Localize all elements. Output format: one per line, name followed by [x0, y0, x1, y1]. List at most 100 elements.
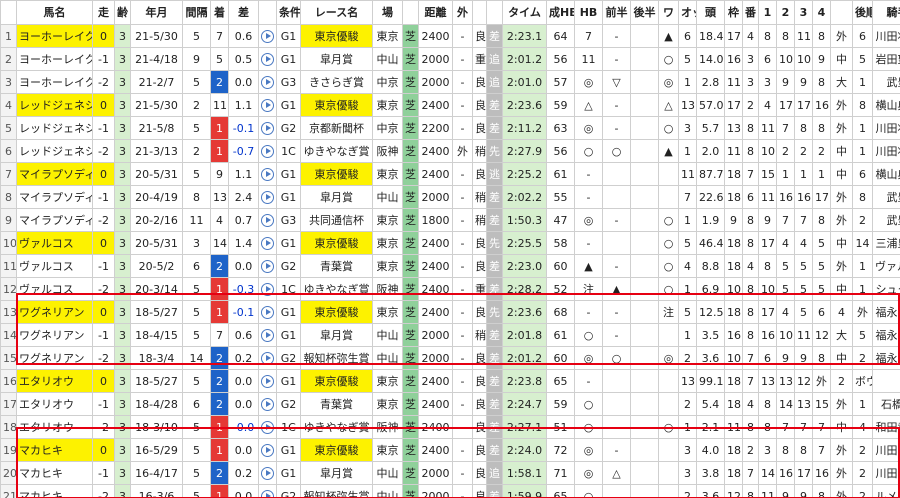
play-icon[interactable]	[261, 237, 274, 250]
play-icon[interactable]	[261, 467, 274, 480]
cell: 3	[742, 70, 759, 94]
cell: 中	[830, 415, 853, 439]
cell: △	[658, 93, 679, 117]
play-icon[interactable]	[261, 191, 274, 204]
cell: 8	[758, 24, 777, 48]
play-icon[interactable]	[261, 375, 274, 388]
cell	[658, 185, 679, 209]
header-cell: 1	[758, 0, 777, 25]
cell: 16	[776, 461, 795, 485]
play-icon[interactable]	[261, 490, 274, 498]
play-icon[interactable]	[261, 122, 274, 135]
cell: 2:23.6	[502, 300, 547, 324]
cell: 5	[852, 47, 873, 71]
cell: 56	[546, 139, 575, 163]
cell: 2	[830, 369, 853, 393]
cell: 68	[546, 300, 575, 324]
cell: マカヒキ	[16, 461, 93, 485]
cell: 良	[472, 254, 487, 278]
cell: 17	[724, 24, 743, 48]
cell: 中山	[372, 185, 403, 209]
header-cell	[472, 0, 487, 25]
cell: 中京	[372, 116, 403, 140]
play-icon[interactable]	[261, 421, 274, 434]
cell: マイラプソディ	[16, 208, 93, 232]
play-icon[interactable]	[261, 99, 274, 112]
cell: 中京	[372, 70, 403, 94]
cell: 2	[210, 392, 229, 416]
cell: 57.0	[696, 93, 725, 117]
cell: 5	[678, 300, 697, 324]
cell: 3	[758, 438, 777, 462]
cell: 重	[472, 47, 487, 71]
cell: 武豊	[872, 185, 900, 209]
play-icon[interactable]	[261, 145, 274, 158]
cell: 3	[182, 231, 211, 255]
cell: 青葉賞	[300, 254, 373, 278]
cell: G1	[276, 461, 301, 485]
cell: 1	[210, 277, 229, 301]
cell: 2400	[418, 24, 453, 48]
header-cell: 番	[742, 0, 759, 25]
cell: 外	[830, 93, 853, 117]
cell: 21-5/30	[130, 93, 183, 117]
header-cell: 着	[210, 0, 229, 25]
cell: 岩田望来	[872, 47, 900, 71]
cell	[258, 208, 277, 232]
play-icon[interactable]	[261, 30, 274, 43]
cell: 5	[182, 162, 211, 186]
play-icon[interactable]	[261, 260, 274, 273]
cell: 1.9	[696, 208, 725, 232]
play-icon[interactable]	[261, 168, 274, 181]
cell: 16	[724, 323, 743, 347]
cell	[602, 392, 631, 416]
cell: 1	[210, 438, 229, 462]
cell: 5	[852, 323, 873, 347]
spreadsheet: 馬名走齢年月間隔着差条件レース名場距離外タイム成HBHB前半後半ワオッズ頭枠番1…	[0, 0, 900, 498]
cell: 川田将雅	[872, 461, 900, 485]
cell: 18-4/28	[130, 392, 183, 416]
play-icon[interactable]	[261, 283, 274, 296]
cell: -	[452, 208, 473, 232]
cell: 芝	[402, 484, 419, 498]
cell: 55	[546, 185, 575, 209]
cell: 18-5/27	[130, 369, 183, 393]
cell: 6.9	[696, 277, 725, 301]
cell: 京都新聞杯	[300, 116, 373, 140]
cell: 7	[794, 415, 813, 439]
cell: 2	[210, 346, 229, 370]
play-icon[interactable]	[261, 352, 274, 365]
cell: 8	[794, 116, 813, 140]
cell: 1:59.9	[502, 484, 547, 498]
cell: 14	[852, 231, 873, 255]
cell: 差	[486, 323, 503, 347]
play-icon[interactable]	[261, 214, 274, 227]
cell: 良	[472, 300, 487, 324]
cell: 2:25.2	[502, 162, 547, 186]
cell: 稍	[472, 139, 487, 163]
cell: -2	[92, 70, 115, 94]
cell: 皐月賞	[300, 323, 373, 347]
cell: 18	[724, 185, 743, 209]
play-icon[interactable]	[261, 329, 274, 342]
play-icon[interactable]	[261, 76, 274, 89]
play-icon[interactable]	[261, 444, 274, 457]
cell: 2:01.0	[502, 70, 547, 94]
play-icon[interactable]	[261, 398, 274, 411]
cell	[602, 162, 631, 186]
table-row: 5レッドジェネシス-1321-5/851-0.1G2京都新聞杯中京芝2200-良…	[0, 116, 900, 140]
cell: 9	[794, 70, 813, 94]
cell: 2:23.1	[502, 24, 547, 48]
play-icon[interactable]	[261, 53, 274, 66]
header-cell: オッズ	[678, 0, 697, 25]
play-icon[interactable]	[261, 306, 274, 319]
cell: 1	[210, 484, 229, 498]
cell: 57	[546, 70, 575, 94]
cell: 1	[678, 70, 697, 94]
cell: -	[452, 254, 473, 278]
header-cell: 年月	[130, 0, 183, 25]
cell: 16	[812, 93, 831, 117]
cell: 11	[0, 254, 17, 278]
cell: 13	[678, 369, 697, 393]
cell: 16	[758, 323, 777, 347]
